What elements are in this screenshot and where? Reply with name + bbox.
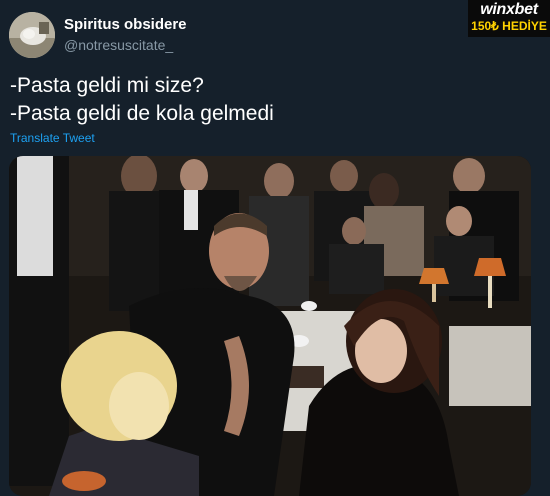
avatar[interactable] [9,12,55,58]
tweet-text-line: -Pasta geldi mi size? [10,74,204,97]
avatar-image [9,12,55,58]
brand-logo: winxbet [480,1,538,18]
brand-overlay: winxbet 150₺ HEDİYE [468,0,550,37]
tweet-text-line: -Pasta geldi de kola gelmedi [10,102,274,125]
tweet-text: -Pasta geldi mi size? -Pasta geldi de ko… [10,72,530,128]
photo-image [9,156,531,496]
translate-tweet-link[interactable]: Translate Tweet [10,131,95,145]
author-handle[interactable]: @notresuscitate_ [64,37,173,53]
brand-promo: 150₺ HEDİYE [471,19,547,33]
tweet-photo[interactable] [9,156,531,496]
author-name[interactable]: Spiritus obsidere [64,16,187,33]
